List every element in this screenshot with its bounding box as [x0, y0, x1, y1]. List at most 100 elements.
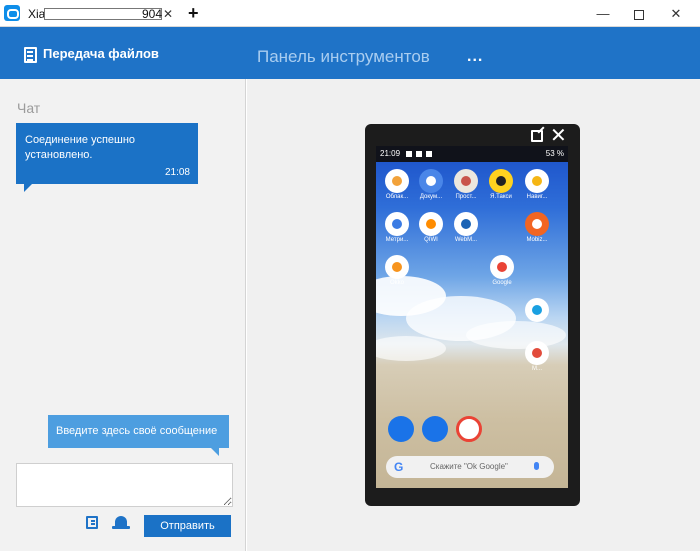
teamviewer-logo-icon [4, 5, 20, 21]
app-glyph-icon [532, 219, 542, 229]
status-battery: 53 % [545, 149, 564, 158]
chat-panel: Чат Соединение успешно установлено. 21:0… [0, 79, 246, 551]
title-bar: Xia 904 ✕ + — ✕ [0, 0, 700, 27]
messages-app-icon[interactable] [418, 416, 452, 442]
app-shortcut[interactable]: WebM... [449, 212, 483, 244]
app-icon [489, 169, 513, 193]
send-button[interactable]: Отправить [144, 515, 231, 537]
app-label: Навиг... [526, 194, 548, 200]
app-glyph-icon [392, 262, 402, 272]
app-label: Облак... [385, 194, 409, 200]
app-label: WebM... [454, 237, 478, 243]
notification-icon [426, 151, 432, 157]
app-shortcut[interactable]: M... [520, 341, 554, 373]
tab-session[interactable]: Xia 904 [24, 3, 180, 25]
app-shortcut[interactable]: Я.Такси [484, 169, 518, 201]
send-file-icon[interactable] [86, 516, 98, 529]
maximize-button[interactable] [619, 0, 659, 27]
minimize-button[interactable]: — [583, 0, 623, 27]
file-transfer-label: Передача файлов [43, 46, 159, 61]
close-window-button[interactable]: ✕ [656, 0, 696, 27]
app-shortcut[interactable]: Докум... [414, 169, 448, 201]
app-glyph-icon [426, 219, 436, 229]
tab-close-button[interactable]: ✕ [163, 3, 173, 25]
app-icon [525, 212, 549, 236]
popout-icon[interactable] [531, 130, 543, 142]
messages-icon [422, 416, 448, 442]
phone-icon [388, 416, 414, 442]
app-label: Метри... [385, 237, 409, 243]
app-icon [454, 212, 478, 236]
app-glyph-icon [496, 176, 506, 186]
google-search-bar[interactable]: G Скажите "Ok Google" [386, 456, 554, 478]
app-icon [385, 169, 409, 193]
new-tab-button[interactable]: + [188, 2, 199, 24]
input-hint-tooltip: Введите здесь своё сообщение [48, 415, 229, 456]
app-glyph-icon [461, 219, 471, 229]
app-icon [525, 169, 549, 193]
app-glyph-icon [532, 348, 542, 358]
remote-phone-frame: ✕ 21:09 53 % Облак... Докум... Прост... Я.Т… [365, 124, 580, 506]
app-label: Я.Такси [490, 194, 512, 200]
app-glyph-icon [532, 305, 542, 315]
app-glyph-icon [392, 176, 402, 186]
chat-message-time: 21:08 [164, 167, 190, 178]
gmail-app-icon[interactable] [452, 416, 486, 442]
app-shortcut[interactable] [520, 298, 554, 322]
notification-bell-icon[interactable] [112, 516, 130, 529]
app-icon [525, 298, 549, 322]
app-icon [525, 341, 549, 365]
app-shortcut[interactable]: Mobiz... [520, 212, 554, 244]
chat-message-text: Соединение успешно установлено. [25, 134, 136, 161]
app-shortcut[interactable]: Google [485, 255, 519, 287]
app-glyph-icon [532, 176, 542, 186]
app-shortcut[interactable]: Облак... [380, 169, 414, 201]
app-shortcut[interactable]: Навиг... [520, 169, 554, 201]
more-options-button[interactable]: ... [467, 47, 483, 67]
app-icon [385, 255, 409, 279]
chat-message-input[interactable] [16, 463, 233, 507]
app-label: M... [532, 366, 542, 372]
app-glyph-icon [426, 176, 436, 186]
app-shortcut[interactable]: Okko [380, 255, 414, 287]
app-icon [385, 212, 409, 236]
phone-status-bar: 21:09 53 % [376, 146, 568, 162]
app-shortcut[interactable]: Прост... [449, 169, 483, 201]
cloud [376, 336, 446, 361]
app-glyph-icon [497, 262, 507, 272]
close-icon[interactable]: ✕ [550, 124, 567, 148]
session-toolbar: Передача файлов Панель инструментов ... [0, 27, 700, 79]
app-icon [454, 169, 478, 193]
gmail-icon [456, 416, 482, 442]
maximize-icon [634, 9, 644, 20]
notification-icon [406, 151, 412, 157]
app-label: Google [492, 280, 512, 286]
app-icon [419, 169, 443, 193]
google-search-placeholder: Скажите "Ok Google" [430, 462, 508, 471]
app-icon [490, 255, 514, 279]
app-label: Прост... [455, 194, 477, 200]
app-label: Mobiz... [526, 237, 548, 243]
chat-heading: Чат [17, 100, 41, 116]
phone-app-icon[interactable] [384, 416, 418, 442]
phone-screen[interactable]: 21:09 53 % Облак... Докум... Прост... Я.Так… [376, 146, 568, 488]
tab-title-suffix: 904 [142, 7, 163, 21]
app-icon [419, 212, 443, 236]
status-time: 21:09 [380, 149, 401, 158]
tab-title-prefix: Xia [28, 7, 46, 21]
app-shortcut[interactable]: QIWI [414, 212, 448, 244]
app-glyph-icon [392, 219, 402, 229]
file-transfer-icon [24, 46, 37, 63]
tools-panel-title: Панель инструментов [257, 47, 430, 66]
microphone-icon[interactable] [534, 462, 539, 470]
chat-message: Соединение успешно установлено. 21:08 [16, 123, 198, 192]
app-label: Докум... [419, 194, 443, 200]
app-label: QIWI [424, 237, 438, 243]
file-transfer-button[interactable]: Передача файлов [24, 44, 159, 64]
remote-screen-area: ✕ 21:09 53 % Облак... Докум... Прост... Я.Т… [247, 79, 700, 551]
google-logo-icon: G [394, 460, 404, 474]
app-label: Okko [389, 280, 404, 286]
app-glyph-icon [461, 176, 471, 186]
notification-icon [416, 151, 422, 157]
app-shortcut[interactable]: Метри... [380, 212, 414, 244]
